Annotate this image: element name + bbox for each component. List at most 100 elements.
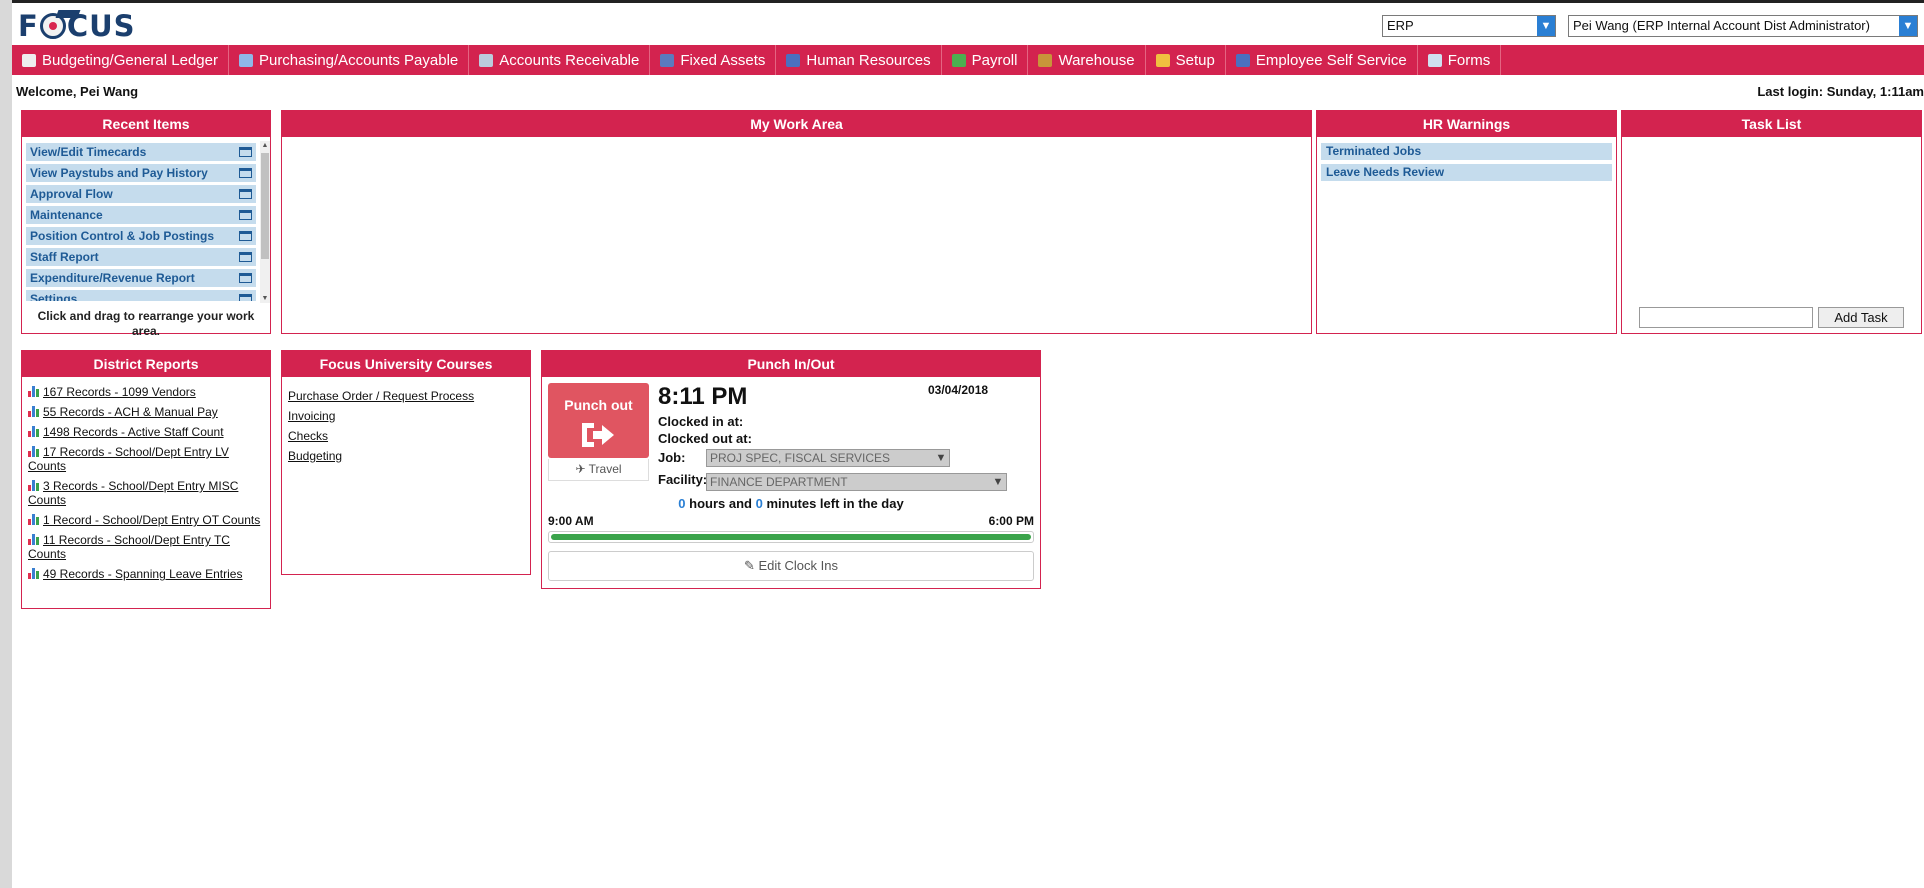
current-time: 8:11 PM: [658, 383, 748, 410]
district-report-item[interactable]: 3 Records - School/Dept Entry MISC Count…: [28, 479, 262, 507]
district-report-link[interactable]: 167 Records - 1099 Vendors: [43, 385, 196, 399]
recent-item[interactable]: Expenditure/Revenue Report: [26, 269, 256, 287]
recent-items-panel: Recent Items View/Edit Timecards View Pay…: [21, 110, 271, 338]
nav-item-label: Payroll: [971, 51, 1018, 69]
minutes-text: minutes left in the day: [766, 496, 904, 511]
course-link[interactable]: Purchase Order / Request Process: [288, 389, 474, 403]
edit-clock-ins-button[interactable]: ✎ Edit Clock Ins: [548, 551, 1034, 581]
day-end-time: 6:00 PM: [988, 514, 1034, 528]
district-report-link[interactable]: 1498 Records - Active Staff Count: [43, 425, 224, 439]
new-window-icon[interactable]: [239, 189, 252, 199]
facility-select[interactable]: FINANCE DEPARTMENT ▼: [706, 473, 1007, 491]
focus-logo[interactable]: F CUS: [18, 9, 136, 43]
course-item: Invoicing: [288, 409, 474, 423]
district-report-item[interactable]: 11 Records - School/Dept Entry TC Counts: [28, 533, 262, 561]
punch-title: Punch In/Out: [542, 351, 1040, 377]
course-item: Purchase Order / Request Process: [288, 389, 474, 403]
district-report-link[interactable]: 17 Records - School/Dept Entry LV Counts: [28, 445, 229, 473]
new-window-icon[interactable]: [239, 294, 252, 301]
new-window-icon[interactable]: [239, 147, 252, 157]
bar-chart-icon: [28, 405, 42, 417]
district-report-link[interactable]: 49 Records - Spanning Leave Entries: [43, 567, 242, 581]
punch-panel: Punch In/Out Punch out ✈ Travel 8:11 PM …: [541, 350, 1041, 589]
nav-item-1[interactable]: Purchasing/Accounts Payable: [229, 45, 470, 75]
erp-select[interactable]: ERP ▼: [1382, 15, 1556, 37]
course-item: Budgeting: [288, 449, 474, 463]
add-task-button[interactable]: Add Task: [1818, 307, 1904, 328]
job-label: Job:: [658, 450, 686, 465]
focus-courses-list: Purchase Order / Request Process Invoicin…: [288, 389, 474, 469]
nav-item-3[interactable]: Fixed Assets: [650, 45, 777, 75]
nav-item-4[interactable]: Human Resources: [776, 45, 942, 75]
exit-icon: [582, 423, 614, 447]
app-header: F CUS ERP ▼ Pei Wang (ERP Internal Account…: [12, 3, 1924, 45]
course-item: Checks: [288, 429, 474, 443]
bar-chart-icon: [28, 425, 42, 437]
scroll-down-icon[interactable]: ▼: [260, 295, 270, 302]
task-input[interactable]: [1639, 307, 1813, 328]
new-window-icon[interactable]: [239, 252, 252, 262]
time-remaining: 0 hours and 0 minutes left in the day: [542, 496, 1040, 511]
hr-warning-item[interactable]: Leave Needs Review: [1321, 164, 1612, 181]
recent-item-label: Expenditure/Revenue Report: [30, 271, 195, 285]
nav-item-6[interactable]: Warehouse: [1028, 45, 1146, 75]
nav-item-label: Accounts Receivable: [499, 51, 640, 69]
nav-item-label: Forms: [1447, 51, 1491, 69]
district-reports-title: District Reports: [22, 351, 270, 377]
task-list-panel: Task List Add Task: [1621, 110, 1922, 334]
job-select[interactable]: PROJ SPEC, FISCAL SERVICES ▼: [706, 449, 950, 467]
district-report-item[interactable]: 55 Records - ACH & Manual Pay: [28, 405, 262, 419]
course-link[interactable]: Checks: [288, 429, 328, 443]
recent-item[interactable]: Position Control & Job Postings: [26, 227, 256, 245]
district-report-item[interactable]: 49 Records - Spanning Leave Entries: [28, 567, 262, 581]
recent-items-scrollbar[interactable]: ▲ ▼: [260, 141, 270, 303]
bar-chart-icon: [28, 533, 42, 545]
work-area-title: My Work Area: [282, 111, 1311, 137]
scroll-up-icon[interactable]: ▲: [260, 142, 270, 149]
district-report-item[interactable]: 17 Records - School/Dept Entry LV Counts: [28, 445, 262, 473]
district-report-item[interactable]: 1498 Records - Active Staff Count: [28, 425, 262, 439]
recent-item[interactable]: View/Edit Timecards: [26, 143, 256, 161]
district-report-item[interactable]: 1 Record - School/Dept Entry OT Counts: [28, 513, 262, 527]
user-role-select[interactable]: Pei Wang (ERP Internal Account Dist Admi…: [1568, 15, 1918, 37]
recent-item[interactable]: Maintenance: [26, 206, 256, 224]
hr-warning-item[interactable]: Terminated Jobs: [1321, 143, 1612, 160]
facility-label: Facility:: [658, 472, 708, 487]
bar-chart-icon: [28, 567, 42, 579]
nav-item-8[interactable]: Employee Self Service: [1226, 45, 1418, 75]
district-report-item[interactable]: 167 Records - 1099 Vendors: [28, 385, 262, 399]
new-window-icon[interactable]: [239, 231, 252, 241]
recent-item[interactable]: Staff Report: [26, 248, 256, 266]
district-report-link[interactable]: 3 Records - School/Dept Entry MISC Count…: [28, 479, 238, 507]
bar-chart-icon: [28, 513, 42, 525]
recent-items-list[interactable]: View/Edit Timecards View Paystubs and Pay…: [26, 143, 256, 301]
nav-item-label: Budgeting/General Ledger: [42, 51, 218, 69]
recent-item-label: View Paystubs and Pay History: [30, 166, 208, 180]
drag-note: Click and drag to rearrange your work ar…: [37, 309, 255, 338]
punch-out-button[interactable]: Punch out: [548, 383, 649, 458]
register-icon: [479, 53, 494, 67]
recent-item-label: Approval Flow: [30, 187, 113, 201]
new-window-icon[interactable]: [239, 210, 252, 220]
course-link[interactable]: Invoicing: [288, 409, 335, 423]
travel-button[interactable]: ✈ Travel: [548, 459, 649, 481]
nav-item-5[interactable]: Payroll: [942, 45, 1029, 75]
nav-item-9[interactable]: Forms: [1418, 45, 1502, 75]
focus-courses-title: Focus University Courses: [282, 351, 530, 377]
recent-item[interactable]: Approval Flow: [26, 185, 256, 203]
user-role-value: Pei Wang (ERP Internal Account Dist Admi…: [1573, 18, 1870, 33]
district-report-link[interactable]: 55 Records - ACH & Manual Pay: [43, 405, 218, 419]
new-window-icon[interactable]: [239, 273, 252, 283]
people-icon: [786, 53, 801, 67]
new-window-icon[interactable]: [239, 168, 252, 178]
district-report-link[interactable]: 11 Records - School/Dept Entry TC Counts: [28, 533, 230, 561]
course-link[interactable]: Budgeting: [288, 449, 342, 463]
district-report-link[interactable]: 1 Record - School/Dept Entry OT Counts: [43, 513, 260, 527]
recent-item[interactable]: View Paystubs and Pay History: [26, 164, 256, 182]
nav-item-0[interactable]: Budgeting/General Ledger: [12, 45, 229, 75]
nav-item-7[interactable]: Setup: [1146, 45, 1226, 75]
recent-item[interactable]: Settings: [26, 290, 256, 301]
nav-item-2[interactable]: Accounts Receivable: [469, 45, 651, 75]
hr-warnings-title: HR Warnings: [1317, 111, 1616, 137]
scroll-thumb[interactable]: [261, 153, 269, 259]
